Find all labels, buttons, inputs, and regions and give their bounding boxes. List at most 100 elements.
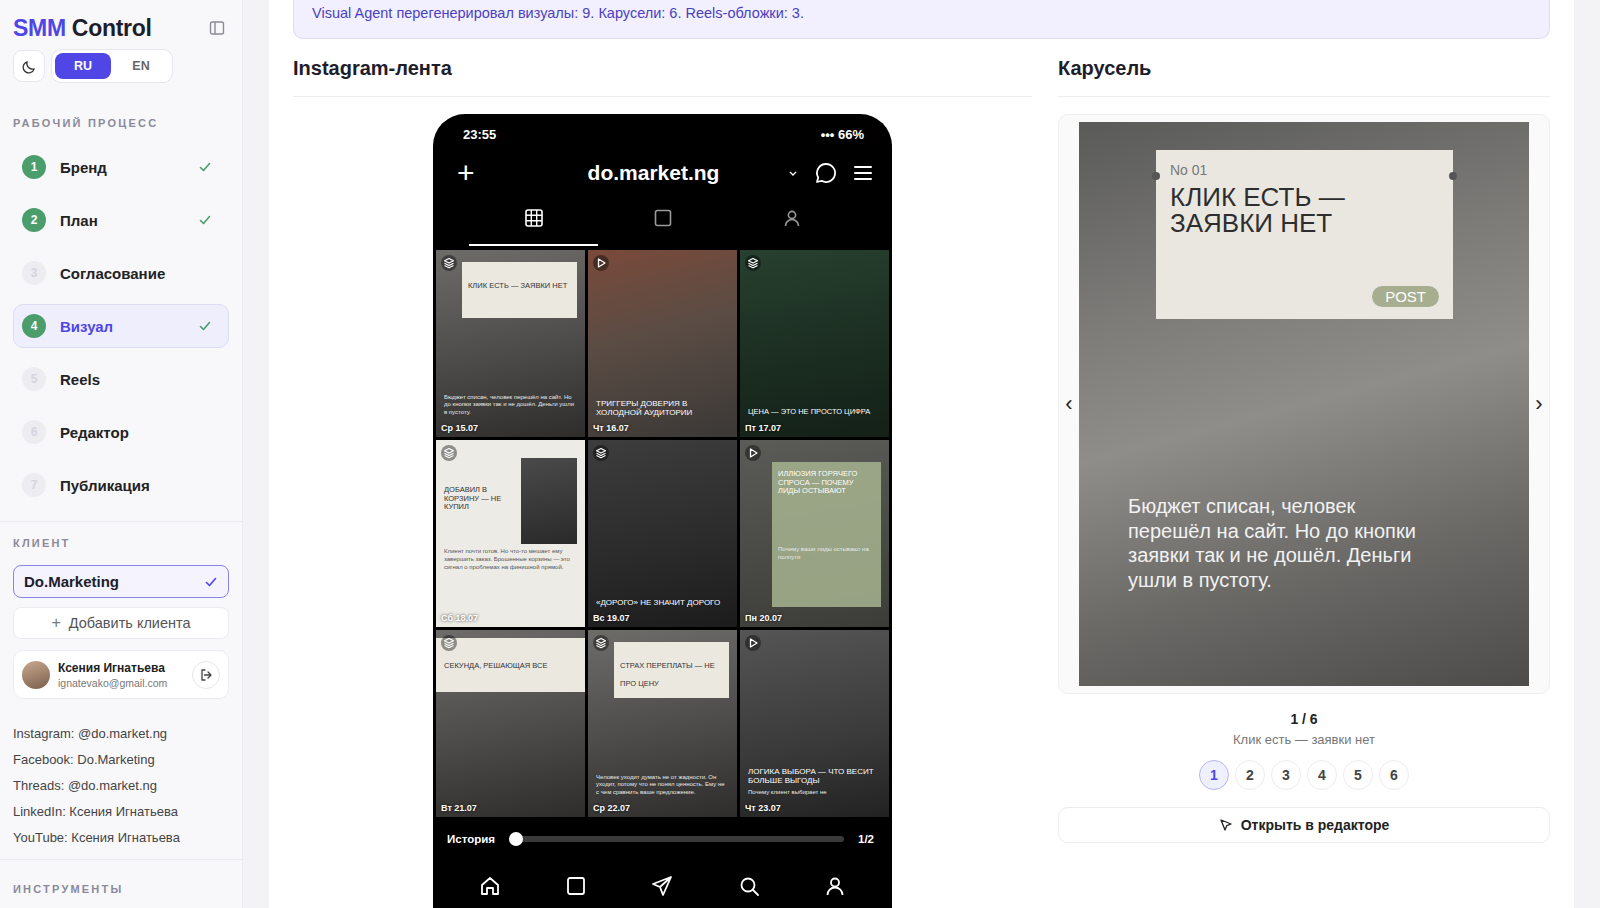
play-icon: [747, 637, 759, 649]
workflow-step[interactable]: 3 Согласование: [13, 251, 229, 295]
tile-body: Бюджет списан, человек перешёл на сайт. …: [444, 394, 577, 417]
layers-icon: [595, 637, 607, 649]
bottom-nav: [433, 861, 892, 908]
post-date: Пт 17.07: [745, 423, 781, 433]
open-editor-button[interactable]: Открыть в редакторе: [1058, 807, 1550, 843]
reels-nav-icon[interactable]: [565, 875, 587, 897]
tile-body: Почему клиент выбирает не: [748, 789, 881, 797]
post-tile[interactable]: ЛОГИКА ВЫБОРА — ЧТО ВЕСИТ БОЛЬШЕ ВЫГОДЫ …: [740, 630, 889, 817]
chevron-down-icon[interactable]: [788, 168, 798, 178]
step-number: 1: [22, 155, 46, 179]
post-kind-badge: [441, 255, 457, 271]
carousel-section: Карусель No 01 КЛИК ЕСТЬ — ЗАЯВКИ НЕТ PO…: [1058, 39, 1550, 908]
feed-section: Instagram-лента 23:55 ••• 66% + do.marke…: [293, 39, 1032, 908]
stories-slider[interactable]: [509, 836, 844, 842]
next-slide-button[interactable]: ›: [1530, 389, 1548, 419]
post-date: Чт 16.07: [593, 423, 629, 433]
post-tile[interactable]: СЕКУНДА, РЕШАЮЩАЯ ВСЕ Вт 21.07: [436, 630, 585, 817]
post-tile[interactable]: ДОБАВИЛ В КОРЗИНУ — НЕ КУПИЛ Клиент почт…: [436, 440, 585, 627]
step-number: 4: [22, 314, 46, 338]
section-label: РАБОЧИЙ ПРОЦЕСС: [13, 116, 229, 130]
home-icon[interactable]: [479, 875, 501, 897]
logo-row: SMM Control: [13, 14, 229, 42]
slide-body: Бюджет списан, человек перешёл на сайт. …: [1128, 494, 1443, 592]
profile-icon[interactable]: [824, 875, 846, 897]
layers-icon: [443, 447, 455, 459]
logout-button[interactable]: [192, 661, 220, 689]
profile-tab[interactable]: [469, 192, 598, 246]
send-icon[interactable]: [651, 875, 673, 897]
collapse-sidebar-icon[interactable]: [209, 20, 225, 36]
cursor-icon: [1219, 818, 1233, 832]
user-card: Ксения Игнатьева ignatevako@gmail.com: [13, 650, 229, 699]
page-button[interactable]: 2: [1235, 760, 1265, 790]
language-option[interactable]: RU: [55, 53, 111, 79]
post-date: Ср 22.07: [593, 803, 630, 813]
new-post-button[interactable]: +: [457, 158, 479, 188]
page-button[interactable]: 4: [1307, 760, 1337, 790]
page-button[interactable]: 1: [1199, 760, 1229, 790]
add-client-button[interactable]: +Добавить клиента: [13, 607, 229, 639]
tile-panel: ИЛЛЮЗИЯ ГОРЯЧЕГО СПРОСА — ПОЧЕМУ ЛИДЫ ОС…: [772, 462, 881, 607]
workflow-step[interactable]: 4 Визуал: [13, 304, 229, 348]
post-date: Вс 19.07: [593, 613, 630, 623]
step-label: Публикация: [60, 477, 212, 494]
moon-icon: [22, 59, 37, 74]
search-icon[interactable]: [738, 875, 760, 897]
step-label: Бренд: [60, 159, 184, 176]
main: Visual Agent перегенерировал визуалы: 9.…: [243, 0, 1600, 908]
language-option[interactable]: EN: [113, 53, 169, 79]
page-button[interactable]: 6: [1379, 760, 1409, 790]
carousel-slide: No 01 КЛИК ЕСТЬ — ЗАЯВКИ НЕТ POST Бюджет…: [1079, 122, 1529, 686]
avatar: [22, 661, 50, 689]
account-name[interactable]: do.market.ng: [493, 161, 774, 185]
workflow-step[interactable]: 6 Редактор: [13, 410, 229, 454]
columns: Instagram-лента 23:55 ••• 66% + do.marke…: [293, 39, 1550, 908]
workflow-step[interactable]: 2 План: [13, 198, 229, 242]
section-label: ИНСТРУМЕНТЫ: [13, 882, 229, 896]
page-button[interactable]: 5: [1343, 760, 1373, 790]
slide-caption: Клик есть — заявки нет: [1233, 732, 1375, 747]
step-number: 5: [22, 367, 46, 391]
divider: [0, 859, 242, 860]
workflow-step[interactable]: 1 Бренд: [13, 145, 229, 189]
logout-icon: [199, 668, 213, 682]
social-links: Instagram: @do.market.ngFacebook: Do.Mar…: [13, 721, 229, 851]
workflow-steps: 1 Бренд 2 План 3 Согласование 4 Визуал 5…: [13, 145, 229, 507]
post-tile[interactable]: ТРИГГЕРЫ ДОВЕРИЯ В ХОЛОДНОЙ АУДИТОРИИ Чт…: [588, 250, 737, 437]
post-tile[interactable]: ЦЕНА — ЭТО НЕ ПРОСТО ЦИФРА Пт 17.07: [740, 250, 889, 437]
prev-slide-button[interactable]: ‹: [1060, 389, 1078, 419]
post-kind-badge: [441, 445, 457, 461]
play-icon: [595, 257, 607, 269]
slide-tag: POST: [1372, 286, 1439, 307]
workflow-step[interactable]: 5 Reels: [13, 357, 229, 401]
play-icon: [747, 447, 759, 459]
social-link: Instagram: @do.market.ng: [13, 721, 229, 747]
social-link: Threads: @do.market.ng: [13, 773, 229, 799]
workflow-step[interactable]: 7 Публикация: [13, 463, 229, 507]
post-tile[interactable]: ИЛЛЮЗИЯ ГОРЯЧЕГО СПРОСА — ПОЧЕМУ ЛИДЫ ОС…: [740, 440, 889, 627]
post-tile[interactable]: КЛИК ЕСТЬ — ЗАЯВКИ НЕТ Бюджет списан, че…: [436, 250, 585, 437]
section-title: Instagram-лента: [293, 56, 1032, 97]
post-tile[interactable]: СТРАХ ПЕРЕПЛАТЫ — НЕ ПРО ЦЕНУ Человек ух…: [588, 630, 737, 817]
messenger-icon[interactable]: [814, 161, 838, 185]
step-label: Согласование: [60, 265, 212, 282]
client-select[interactable]: Do.Marketing: [13, 565, 229, 598]
slide-headline: КЛИК ЕСТЬ — ЗАЯВКИ НЕТ: [1170, 184, 1390, 236]
reels-icon: [653, 208, 673, 228]
social-link: Facebook: Do.Marketing: [13, 747, 229, 773]
menu-icon[interactable]: [852, 162, 874, 184]
notice-banner: Visual Agent перегенерировал визуалы: 9.…: [293, 0, 1550, 39]
post-grid: КЛИК ЕСТЬ — ЗАЯВКИ НЕТ Бюджет списан, че…: [433, 246, 892, 817]
layers-icon: [443, 257, 455, 269]
layers-icon: [595, 447, 607, 459]
post-tile[interactable]: «ДОРОГО» НЕ ЗНАЧИТ ДОРОГО Вс 19.07: [588, 440, 737, 627]
slide-pager: 123456: [1199, 760, 1409, 790]
profile-tab[interactable]: [727, 192, 856, 246]
profile-tabs: [433, 192, 892, 246]
profile-tab[interactable]: [598, 192, 727, 246]
page-button[interactable]: 3: [1271, 760, 1301, 790]
theme-toggle[interactable]: [13, 50, 45, 82]
check-icon: [198, 213, 212, 227]
step-number: 2: [22, 208, 46, 232]
